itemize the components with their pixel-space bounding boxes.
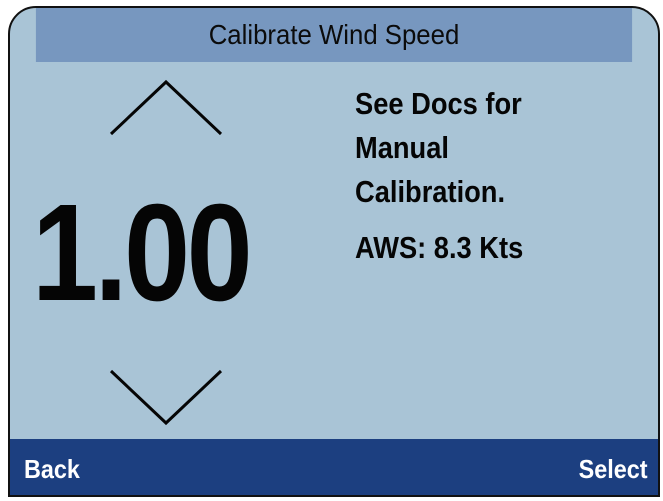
calibration-info: See Docs for Manual Calibration. AWS: 8.…: [355, 82, 619, 270]
info-line-2: Manual: [355, 130, 449, 165]
calibration-value: 1.00: [32, 176, 253, 330]
increase-button[interactable]: [107, 78, 225, 138]
select-button[interactable]: Select: [579, 454, 648, 484]
aws-readout: AWS: 8.3 Kts: [355, 230, 524, 265]
back-button[interactable]: Back: [24, 454, 80, 484]
content-area: 1.00 See Docs for Manual Calibration. AW…: [10, 62, 658, 439]
softkey-bar: Back Select: [10, 439, 658, 495]
calibration-screen: Calibrate Wind Speed 1.00 See Docs for M…: [8, 6, 660, 497]
info-line-3: Calibration.: [355, 174, 506, 209]
chevron-down-icon: [109, 369, 223, 426]
chevron-up-icon: [109, 79, 223, 136]
info-line-1: See Docs for: [355, 86, 522, 121]
decrease-button[interactable]: [107, 367, 225, 427]
screen-title: Calibrate Wind Speed: [35, 8, 633, 62]
